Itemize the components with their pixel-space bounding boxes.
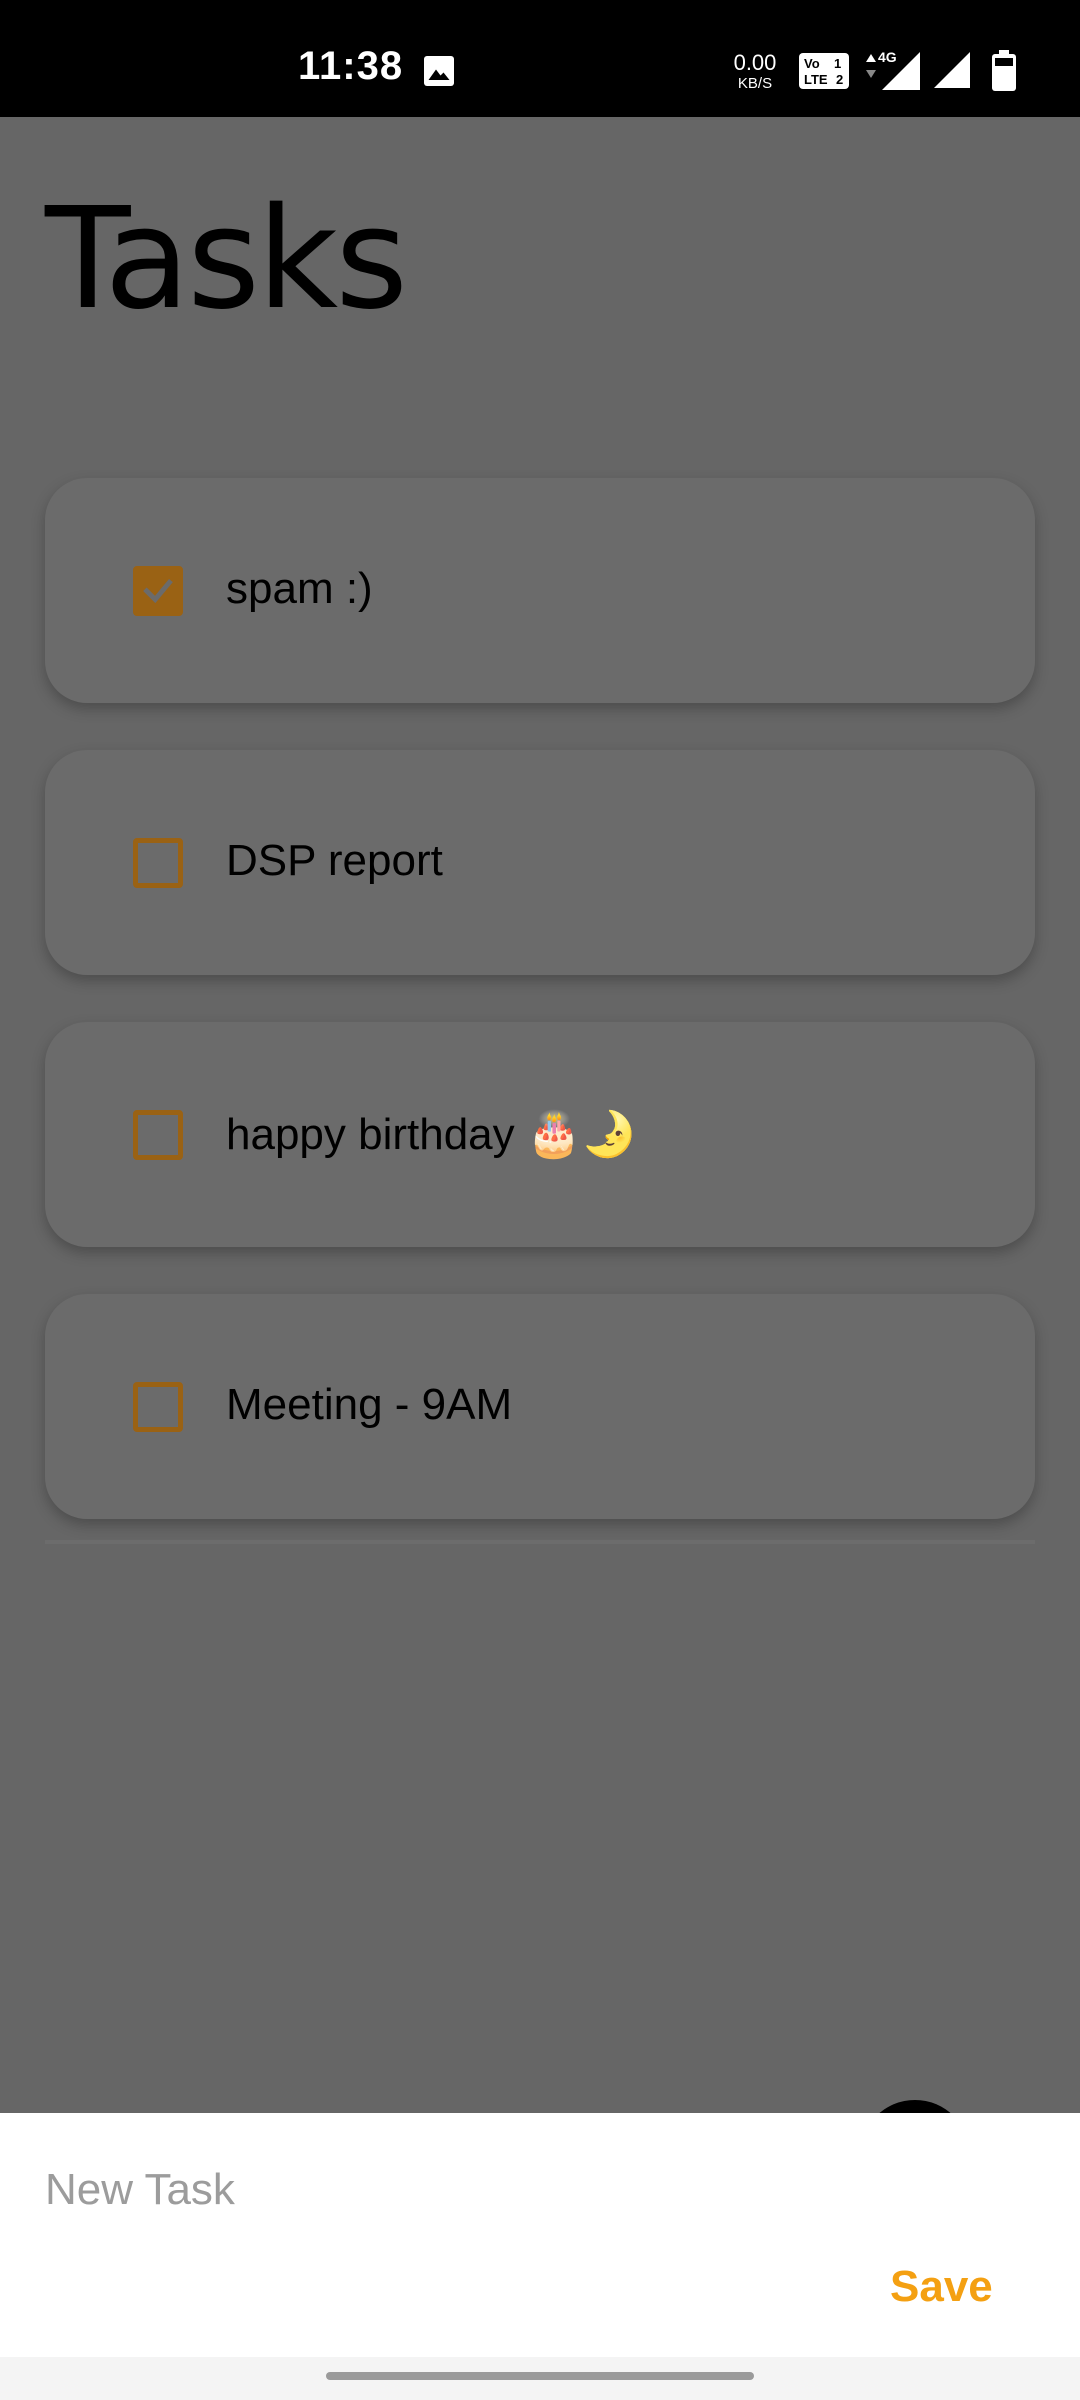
network-type-label: 4G — [878, 49, 897, 65]
task-checkbox[interactable] — [133, 566, 183, 616]
task-label: DSP report — [226, 836, 443, 885]
task-label: happy birthday 🎂🌛 — [226, 1110, 637, 1159]
svg-text:LTE: LTE — [804, 72, 828, 87]
svg-text:Vo: Vo — [804, 56, 820, 71]
status-bar: 11:38 0.00 KB/S Vo 1 LTE 2 4G — [0, 0, 1080, 117]
task-card[interactable]: happy birthday 🎂🌛 — [45, 1022, 1035, 1247]
task-label: Meeting - 9AM — [226, 1380, 513, 1429]
network-speed-value: 0.00 — [733, 50, 777, 75]
gallery-icon — [424, 56, 454, 86]
svg-text:2: 2 — [836, 72, 843, 87]
gesture-handle[interactable] — [326, 2372, 754, 2380]
signal-icon: 4G — [866, 49, 920, 90]
status-time: 11:38 — [298, 44, 404, 88]
task-label: spam :) — [226, 564, 373, 613]
task-card[interactable]: DSP report — [45, 750, 1035, 975]
new-task-input[interactable] — [45, 2160, 1025, 2220]
save-button[interactable]: Save — [890, 2262, 993, 2312]
list-divider — [45, 1540, 1035, 1544]
task-checkbox[interactable] — [133, 1110, 183, 1160]
network-speed-unit: KB/S — [737, 75, 773, 92]
task-checkbox[interactable] — [133, 1382, 183, 1432]
task-checkbox[interactable] — [133, 838, 183, 888]
checkmark-icon — [143, 579, 173, 604]
task-card[interactable]: Meeting - 9AM — [45, 1294, 1035, 1519]
signal-icon — [934, 52, 970, 88]
task-card[interactable]: spam :) — [45, 478, 1035, 703]
network-speed: 0.00 KB/S — [730, 50, 780, 92]
page-title: Tasks — [45, 178, 408, 341]
svg-text:1: 1 — [834, 56, 841, 71]
new-task-sheet — [0, 2113, 1080, 2357]
screen: 11:38 0.00 KB/S Vo 1 LTE 2 4G Tasks spam… — [0, 0, 1080, 2400]
battery-icon — [992, 50, 1016, 91]
volte-icon: Vo 1 LTE 2 — [799, 53, 849, 89]
